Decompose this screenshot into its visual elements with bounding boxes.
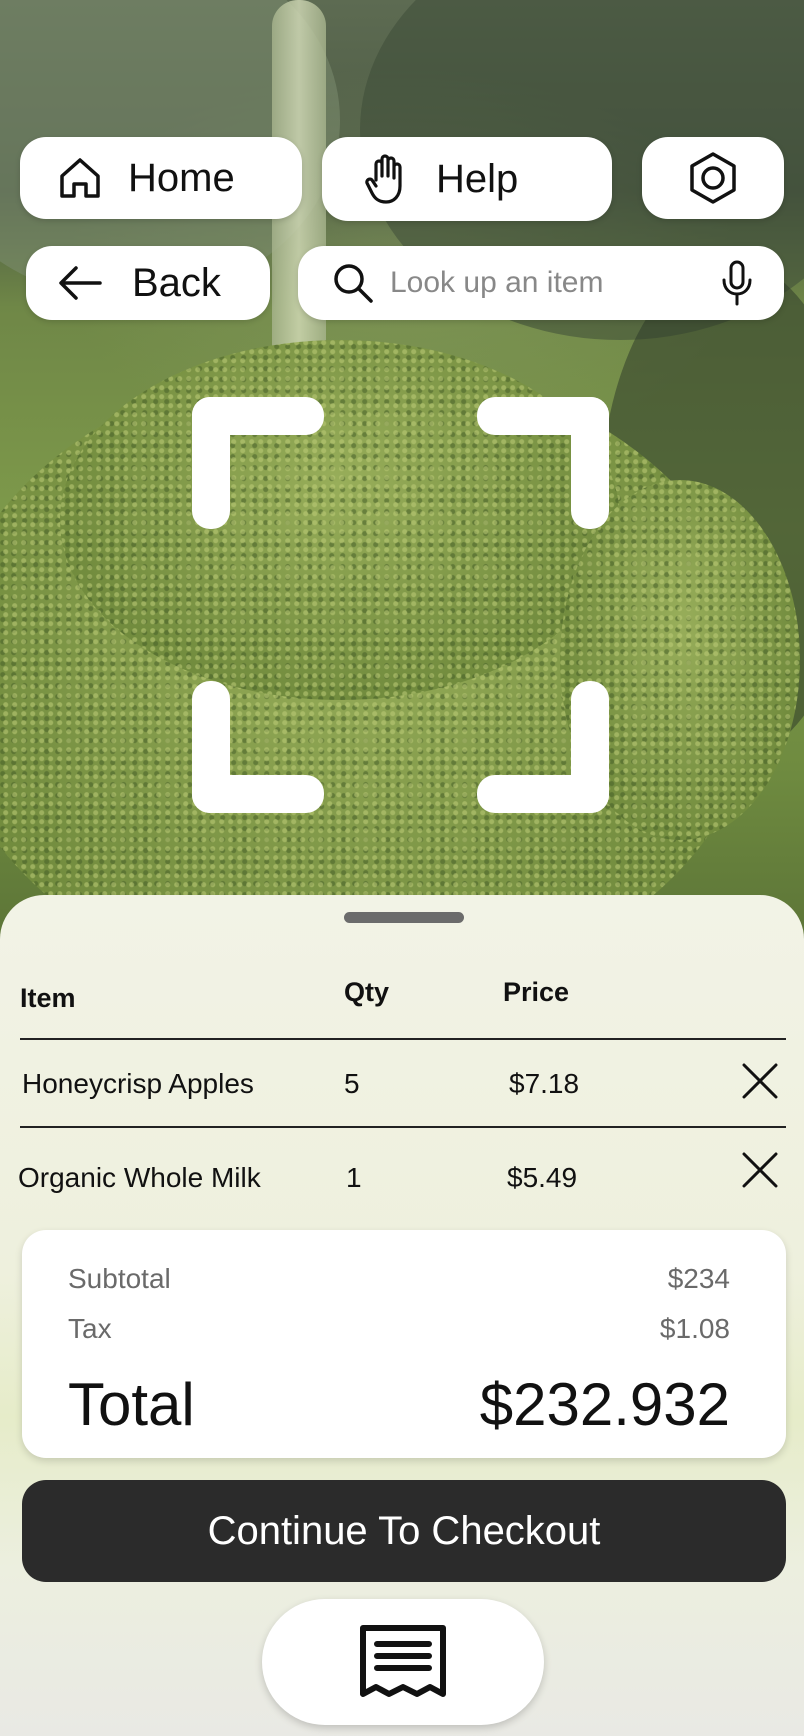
close-icon [742,1152,778,1188]
help-label: Help [436,156,519,201]
sheet-drag-handle[interactable] [344,912,464,923]
search-bar[interactable] [298,246,784,320]
tax-label: Tax [68,1313,112,1344]
tax-value: $1.08 [659,1313,730,1344]
microphone-icon[interactable] [720,260,754,306]
scan-frame-corner [192,681,324,813]
scan-frame-corner [192,397,324,529]
cart-item-price: $7.18 [509,1068,580,1099]
back-label: Back [132,260,221,305]
settings-button[interactable] [642,137,784,219]
cart-item-name: Organic Whole Milk [18,1162,261,1193]
remove-item-button[interactable] [738,1148,782,1192]
column-header-item: Item [20,983,76,1013]
subtotal-label: Subtotal [68,1263,171,1294]
total-label: Total [68,1371,195,1438]
remove-item-button[interactable] [738,1059,782,1103]
table-divider [20,1126,786,1128]
search-input[interactable] [388,265,692,301]
receipt-button[interactable] [262,1599,544,1725]
back-button[interactable]: Back [26,246,270,320]
search-icon [332,262,374,304]
order-summary-card: Subtotal $234 Tax $1.08 Total $232.932 [22,1230,786,1458]
cart-sheet: Item Qty Price Honeycrisp Apples 5 $7.18… [0,895,804,1736]
home-label: Home [128,155,235,200]
close-icon [742,1063,778,1099]
column-header-qty: Qty [344,977,390,1007]
scan-frame-corner [477,397,609,529]
arrow-left-icon [56,263,104,303]
cart-item-qty: 1 [346,1162,362,1193]
table-divider [20,1038,786,1040]
help-button[interactable]: Help [322,137,612,221]
receipt-icon [357,1622,449,1702]
cart-item-price: $5.49 [507,1162,578,1193]
cart-item-name: Honeycrisp Apples [22,1068,254,1099]
column-header-price: Price [503,977,570,1007]
hexagon-settings-icon [685,150,741,206]
home-icon [56,154,104,202]
total-value: $232.932 [479,1371,730,1438]
raised-hand-icon [364,152,410,206]
checkout-button[interactable]: Continue To Checkout [22,1480,786,1582]
scan-frame-corner [477,681,609,813]
home-button[interactable]: Home [20,137,302,219]
subtotal-value: $234 [667,1263,730,1294]
cart-item-qty: 5 [344,1068,360,1099]
